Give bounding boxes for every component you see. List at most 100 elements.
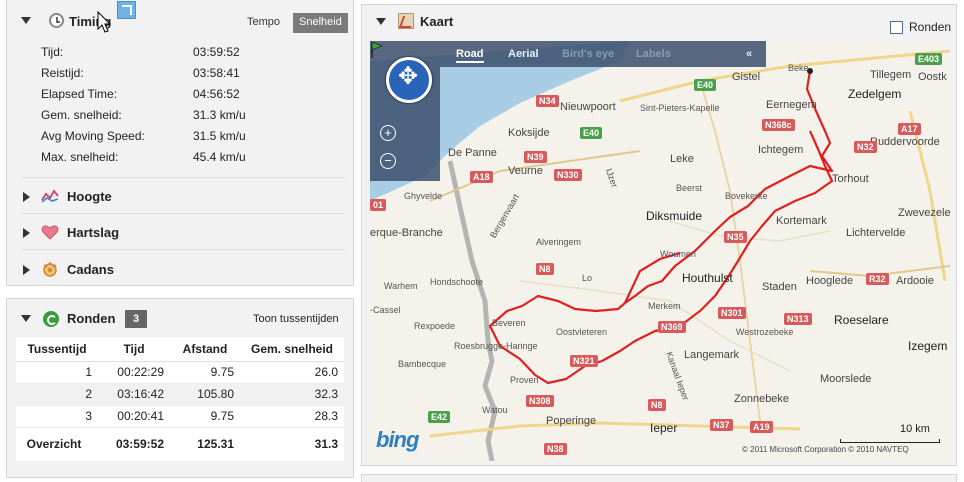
table-row[interactable]: 2 03:16:42 105.80 32.3 (16, 383, 344, 406)
zoom-in-button[interactable]: + (380, 125, 396, 141)
popout-icon[interactable] (117, 1, 136, 19)
place-label: Lichtervelde (846, 227, 906, 239)
place-label: Beerst (676, 183, 703, 193)
road-badge: E40 (580, 127, 603, 139)
road-badge: E40 (694, 79, 717, 91)
column-header[interactable]: Tijd (98, 337, 170, 362)
place-label: Tillegem (870, 69, 912, 81)
kaart-panel: Kaart Ronden + − (361, 4, 957, 466)
road-badge: N32 (854, 141, 877, 153)
divider (21, 177, 345, 178)
section-hoogte[interactable]: Hoogte (21, 187, 341, 207)
timing-panel: Timing Tempo Snelheid Tijd: 03:59:52 Rei… (6, 0, 354, 286)
place-label: Bambecque (398, 359, 447, 369)
place-label: Warhem (384, 281, 418, 291)
column-header[interactable]: Tussentijd (16, 337, 98, 362)
place-label: Proven (510, 375, 539, 385)
place-label: Roeselare (834, 313, 889, 327)
place-label: Torhout (832, 173, 869, 185)
expand-icon (23, 192, 30, 202)
stat-label: Tijd: (41, 45, 64, 59)
section-cadans[interactable]: Cadans (21, 260, 341, 280)
section-hartslag[interactable]: Hartslag (21, 223, 341, 243)
tempo-toggle[interactable]: Tempo (247, 16, 280, 28)
expand-icon (23, 228, 30, 238)
map-icon (398, 13, 414, 29)
place-label: Koksijde (508, 127, 550, 139)
place-label: Hooglede (806, 275, 854, 287)
laps-table: Tussentijd Tijd Afstand Gem. snelheid 1 … (16, 337, 344, 461)
place-label: Rexpoede (414, 321, 456, 331)
lap-time: 03:16:42 (98, 383, 170, 406)
lap-distance: 105.80 (170, 383, 240, 406)
map-view[interactable]: + − Road Aerial Bird's eye Labels « Gist… (370, 41, 950, 461)
place-label: Eernegem (766, 99, 817, 111)
road-badge: N8 (648, 399, 666, 411)
expand-icon (23, 265, 30, 275)
stat-row-elapsed: Elapsed Time: 04:56:52 (41, 87, 331, 105)
place-label: Moorslede (820, 373, 872, 385)
zoom-out-button[interactable]: − (380, 153, 396, 169)
total-distance: 125.31 (197, 437, 234, 452)
place-label: Staden (762, 281, 797, 293)
place-label: De Panne (448, 147, 497, 159)
lap-speed: 26.0 (240, 361, 344, 384)
ronden-checkbox-label[interactable]: Ronden (909, 20, 951, 34)
lap-distance: 9.75 (170, 405, 240, 428)
place-label: Beke (788, 63, 809, 73)
place-label: Watou (482, 405, 508, 415)
stat-value: 31.5 km/u (193, 129, 246, 143)
next-panel-edge (361, 474, 957, 482)
total-speed: 31.3 (314, 437, 338, 452)
column-header[interactable]: Afstand (170, 337, 240, 362)
place-label: Veurne (508, 165, 543, 177)
stat-row-tijd: Tijd: 03:59:52 (41, 45, 331, 63)
tab-labels[interactable]: Labels (636, 48, 671, 60)
place-label: Nieuwpoort (560, 101, 616, 113)
toon-tussentijden-link[interactable]: Toon tussentijden (253, 313, 339, 325)
road-badge: N8 (536, 263, 554, 275)
ronden-checkbox[interactable] (890, 21, 903, 34)
heart-icon (41, 225, 59, 240)
road-badge: N308 (526, 395, 554, 407)
stat-label: Elapsed Time: (41, 87, 118, 101)
total-time: 03:59:52 (115, 437, 164, 452)
place-label: Ieper (650, 421, 678, 435)
road-badge: N368c (762, 119, 795, 131)
section-label: Cadans (67, 262, 114, 277)
place-label: Ruddervoorde (870, 136, 940, 148)
map-nav-panel: + − (370, 41, 440, 181)
lap-time: 00:22:29 (98, 361, 170, 384)
divider (21, 249, 345, 250)
lap-number: 1 (16, 361, 98, 384)
place-label: Ghyvelde (404, 191, 443, 201)
collapse-ronden-icon[interactable] (21, 315, 31, 322)
snelheid-toggle[interactable]: Snelheid (293, 13, 348, 33)
tab-road[interactable]: Road (456, 48, 484, 63)
cadence-icon (43, 262, 57, 277)
tab-birdseye[interactable]: Bird's eye (562, 48, 614, 60)
collapse-kaart-icon[interactable] (376, 18, 386, 25)
stat-label: Avg Moving Speed: (41, 129, 145, 143)
table-row[interactable]: 3 00:20:41 9.75 28.3 (16, 405, 344, 428)
road-badge: N34 (536, 95, 559, 107)
column-header[interactable]: Gem. snelheid (240, 337, 344, 362)
place-label: Roesbrugge-Haringe (454, 341, 538, 351)
place-label: Zedelgem (848, 87, 902, 101)
road-badge: N35 (724, 231, 747, 243)
place-label: Leke (670, 153, 694, 165)
motorway (429, 421, 801, 438)
total-label: Overzicht (26, 437, 82, 452)
tab-aerial[interactable]: Aerial (508, 48, 539, 60)
table-header-row: Tussentijd Tijd Afstand Gem. snelheid (16, 337, 344, 362)
bing-logo: bing (376, 427, 419, 452)
pan-compass-icon[interactable] (386, 57, 432, 103)
collapse-timing-icon[interactable] (21, 17, 31, 24)
collapse-bar-button[interactable]: « (746, 48, 752, 60)
place-label: Beveren (492, 318, 526, 328)
place-label: Woumen (660, 249, 696, 259)
lap-time: 00:20:41 (98, 405, 170, 428)
place-label: Sint-Pieters-Kapelle (640, 103, 720, 113)
table-row[interactable]: 1 00:22:29 9.75 26.0 (16, 361, 344, 384)
stat-row-avg-moving: Avg Moving Speed: 31.5 km/u (41, 129, 331, 147)
